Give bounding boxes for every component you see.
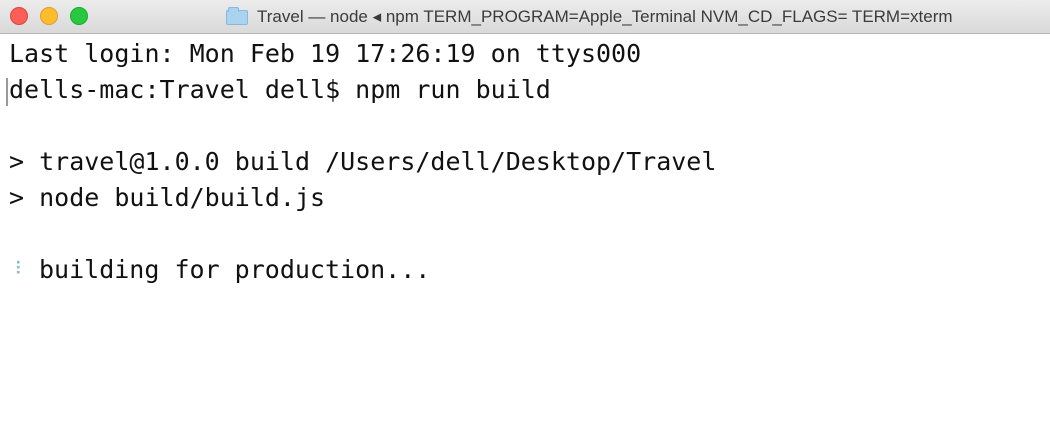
last-login-line: Last login: Mon Feb 19 17:26:19 on ttys0… [9,39,642,68]
title-bar[interactable]: Travel — node ◂ npm TERM_PROGRAM=Apple_T… [0,0,1050,34]
build-status-text: building for production... [39,255,431,284]
minimize-button[interactable] [40,7,58,25]
text-cursor [6,78,8,106]
command-line: dells-mac:Travel dell$ npm run build [9,75,551,104]
terminal-output[interactable]: Last login: Mon Feb 19 17:26:19 on ttys0… [0,34,1050,441]
close-button[interactable] [10,7,28,25]
terminal-window: Travel — node ◂ npm TERM_PROGRAM=Apple_T… [0,0,1050,441]
script-command-line: > node build/build.js [9,183,326,212]
window-title-group: Travel — node ◂ npm TERM_PROGRAM=Apple_T… [226,0,953,34]
folder-icon [226,6,248,25]
spinner-icon: ⠸ [9,259,23,280]
build-status-line: ⠸ building for production... [9,252,1050,288]
script-header-line: > travel@1.0.0 build /Users/dell/Desktop… [9,147,717,176]
window-title: Travel — node ◂ npm TERM_PROGRAM=Apple_T… [257,7,953,26]
zoom-button[interactable] [70,7,88,25]
